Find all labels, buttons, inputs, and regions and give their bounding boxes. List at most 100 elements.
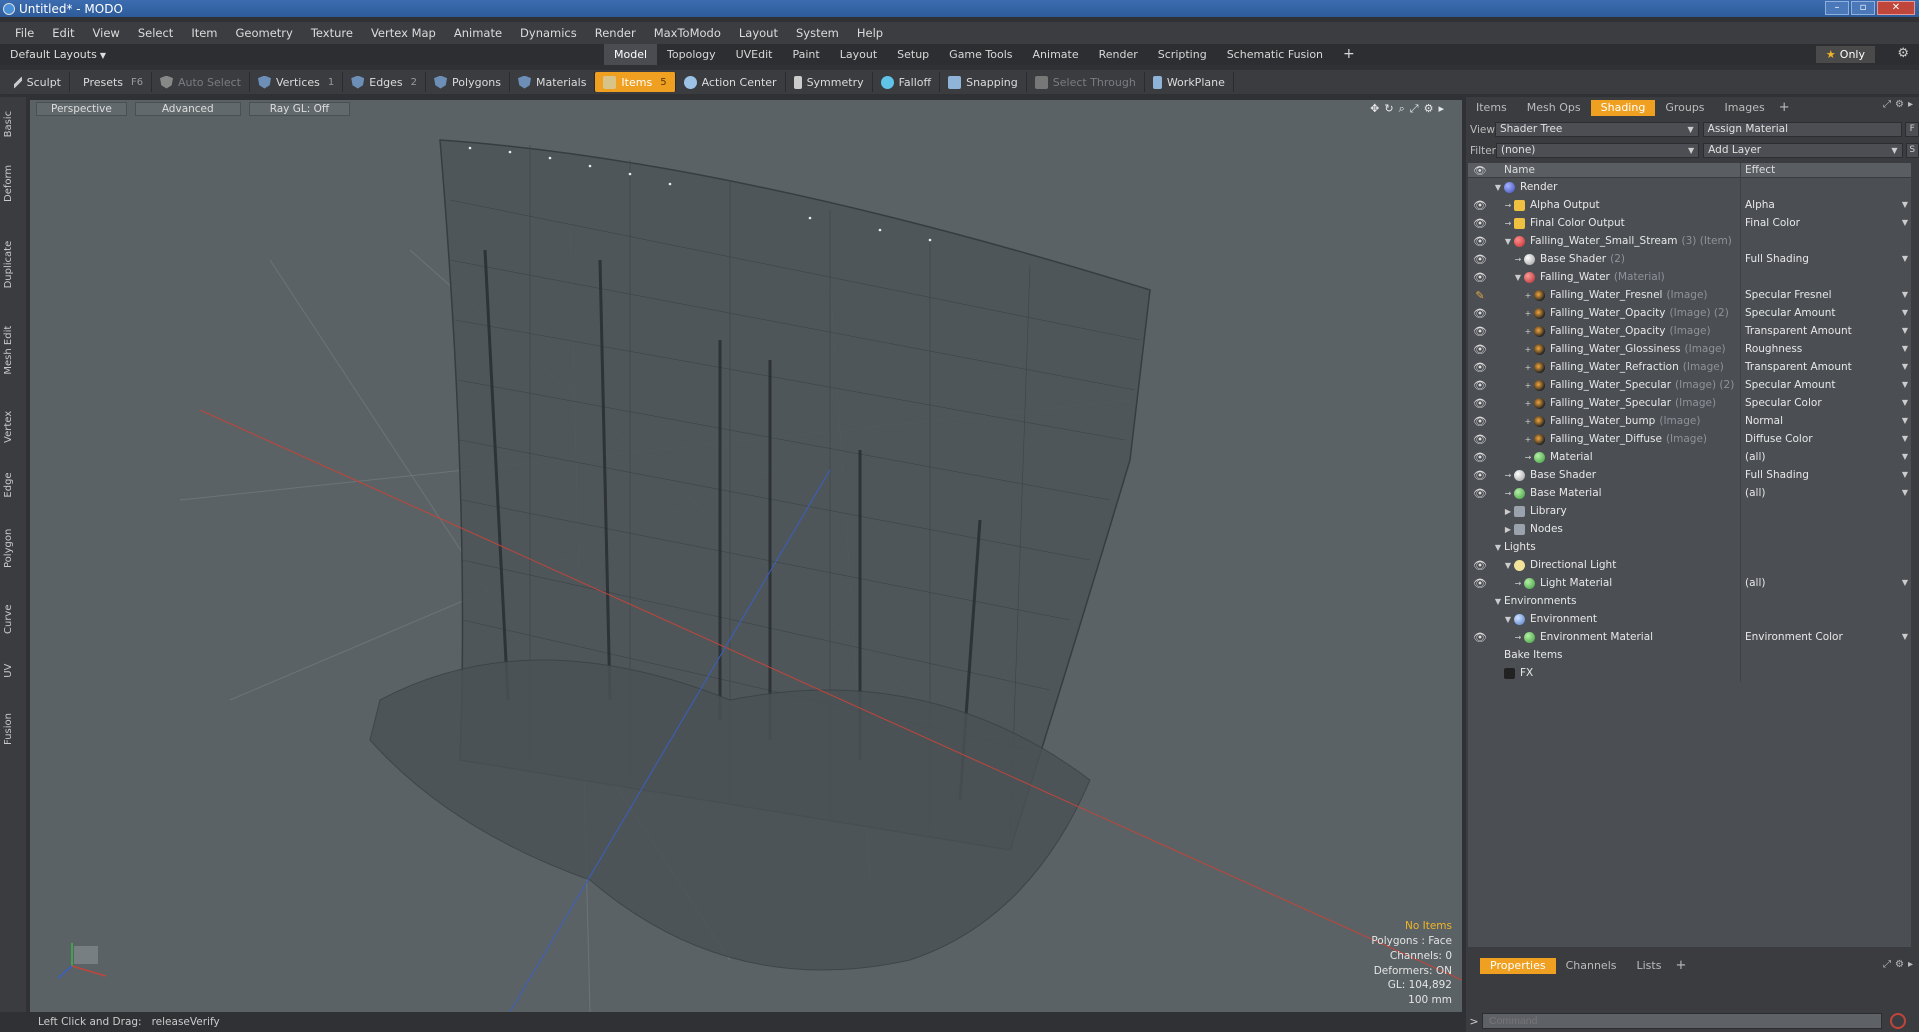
layout-tab-layout[interactable]: Layout	[830, 44, 887, 65]
arrow-icon[interactable]: →	[1512, 633, 1524, 642]
collapse-icon[interactable]: ▼	[1502, 561, 1514, 570]
palette-tab-fusion[interactable]: Fusion	[3, 697, 23, 761]
layout-tab-uvedit[interactable]: UVEdit	[726, 44, 783, 65]
effect-cell[interactable]: (all) ▼	[1741, 484, 1911, 502]
layout-tab-scripting[interactable]: Scripting	[1148, 44, 1217, 65]
arrow-right-icon[interactable]: ▸	[1908, 99, 1913, 110]
effect-column-header[interactable]: Effect	[1741, 164, 1775, 176]
snapping-button[interactable]: Snapping	[940, 72, 1027, 92]
palette-tab-basic[interactable]: Basic	[3, 105, 23, 143]
maximize-view-icon[interactable]: ⤢	[1410, 102, 1419, 116]
eye-icon[interactable]: 👁	[1468, 466, 1492, 484]
panel-tab-images[interactable]: Images	[1715, 100, 1775, 116]
effect-cell[interactable]: Roughness ▼	[1741, 340, 1911, 358]
collapse-icon[interactable]: ▼	[1502, 237, 1514, 246]
effect-cell[interactable]: Full Shading ▼	[1741, 250, 1911, 268]
gear-icon[interactable]: ⚙	[1424, 102, 1434, 116]
eye-icon[interactable]: 👁	[1468, 340, 1492, 358]
only-button[interactable]: ★ Only	[1815, 46, 1875, 63]
collapse-icon[interactable]: ▼	[1492, 597, 1504, 606]
layout-tab-topology[interactable]: Topology	[657, 44, 726, 65]
panel-tab-mesh-ops[interactable]: Mesh Ops	[1517, 100, 1591, 116]
eye-icon[interactable]: 👁	[1468, 322, 1492, 340]
effect-cell[interactable]: Final Color ▼	[1741, 214, 1911, 232]
tree-row[interactable]: 👁 ▼ Falling_Water (Material)	[1468, 268, 1911, 286]
eye-icon[interactable]: 👁	[1468, 214, 1492, 232]
eye-icon[interactable]: 👁	[1468, 412, 1492, 430]
arrow-right-icon[interactable]: ▸	[1438, 102, 1444, 116]
effect-cell[interactable]: Transparent Amount ▼	[1741, 358, 1911, 376]
menu-layout[interactable]: Layout	[730, 26, 787, 40]
menu-item[interactable]: Item	[182, 26, 226, 40]
palette-tab-polygon[interactable]: Polygon	[3, 516, 23, 580]
zoom-view-icon[interactable]: ⌕	[1399, 102, 1405, 116]
materials-button[interactable]: Materials	[510, 72, 596, 92]
collapse-icon[interactable]: ▼	[1512, 273, 1524, 282]
eye-icon[interactable]: 👁	[1468, 304, 1492, 322]
layout-tab-model[interactable]: Model	[604, 44, 658, 65]
eye-icon[interactable]: 👁	[1468, 484, 1492, 502]
panel-tab-shading[interactable]: Shading	[1590, 100, 1656, 116]
command-history-icon[interactable]	[1890, 1013, 1906, 1029]
layout-tab-animate[interactable]: Animate	[1023, 44, 1089, 65]
plus-icon[interactable]: +	[1522, 435, 1534, 444]
layout-tab-setup[interactable]: Setup	[887, 44, 939, 65]
tree-row[interactable]: 👁 + Falling_Water_Opacity (Image) (2) Specul…	[1468, 304, 1911, 322]
3d-viewport[interactable]: Perspective Advanced Ray GL: Off ✥ ↻ ⌕ ⤢…	[30, 100, 1462, 1012]
tree-row[interactable]: ▶ Library	[1468, 502, 1911, 520]
effect-cell[interactable]: Alpha ▼	[1741, 196, 1911, 214]
effect-cell[interactable]: Environment Color ▼	[1741, 628, 1911, 646]
tree-row[interactable]: ▶ Nodes	[1468, 520, 1911, 538]
command-input[interactable]	[1482, 1013, 1882, 1029]
move-view-icon[interactable]: ✥	[1370, 102, 1379, 116]
tree-row[interactable]: 👁 → Material (all) ▼	[1468, 448, 1911, 466]
eye-icon[interactable]: 👁	[1468, 376, 1492, 394]
menu-render[interactable]: Render	[586, 26, 645, 40]
palette-tab-duplicate[interactable]: Duplicate	[3, 229, 23, 299]
symmetry-button[interactable]: Symmetry	[786, 72, 873, 92]
sculpt-button[interactable]: Sculpt	[6, 72, 70, 92]
gear-icon[interactable]: ⚙	[1897, 46, 1909, 61]
plus-icon[interactable]: +	[1522, 309, 1534, 318]
perspective-dropdown[interactable]: Perspective	[36, 102, 127, 116]
plus-icon[interactable]: +	[1522, 381, 1534, 390]
name-column-header[interactable]: Name	[1492, 163, 1741, 178]
eye-icon[interactable]: 👁	[1468, 394, 1492, 412]
tree-row[interactable]: 👁 + Falling_Water_Refraction (Image) Transpa…	[1468, 358, 1911, 376]
arrow-right-icon[interactable]: ▸	[1908, 959, 1913, 970]
view-dropdown[interactable]: Shader Tree ▼	[1494, 122, 1699, 137]
expand-icon[interactable]: ▶	[1502, 525, 1514, 534]
menu-select[interactable]: Select	[129, 26, 182, 40]
action-center-button[interactable]: Action Center	[676, 72, 786, 92]
arrow-icon[interactable]: →	[1502, 201, 1514, 210]
properties-tab-properties[interactable]: Properties	[1480, 958, 1556, 974]
maximize-icon[interactable]: ⤢	[1883, 99, 1891, 110]
plus-icon[interactable]: +	[1522, 345, 1534, 354]
layout-dropdown[interactable]: Default Layouts ▼	[10, 48, 106, 61]
palette-tab-vertex[interactable]: Vertex	[3, 403, 23, 451]
arrow-icon[interactable]: →	[1502, 219, 1514, 228]
minimize-button[interactable]: –	[1825, 1, 1849, 15]
tree-row[interactable]: 👁 + Falling_Water_Opacity (Image) Transparen…	[1468, 322, 1911, 340]
layout-tab-render[interactable]: Render	[1089, 44, 1148, 65]
presets-button[interactable]: Presets F6	[70, 72, 152, 92]
tree-row[interactable]: 👁 → Base Material (all) ▼	[1468, 484, 1911, 502]
tree-row[interactable]: ▼ Environments	[1468, 592, 1911, 610]
tree-row[interactable]: 👁 → Base Shader Full Shading ▼	[1468, 466, 1911, 484]
edges-button[interactable]: Edges 2	[343, 72, 427, 92]
arrow-icon[interactable]: →	[1502, 489, 1514, 498]
eye-icon[interactable]: 👁	[1468, 556, 1492, 574]
effect-cell[interactable]: Transparent Amount ▼	[1741, 322, 1911, 340]
tree-row[interactable]: 👁 → Alpha Output Alpha ▼	[1468, 196, 1911, 214]
tree-row[interactable]: 👁 ▼ Directional Light	[1468, 556, 1911, 574]
plus-icon[interactable]: +	[1522, 327, 1534, 336]
eye-icon[interactable]: 👁	[1468, 430, 1492, 448]
tree-row[interactable]: 👁 + Falling_Water_bump (Image) Normal ▼	[1468, 412, 1911, 430]
add-tab-button[interactable]: +	[1671, 958, 1690, 974]
tree-row[interactable]: Bake Items	[1468, 646, 1911, 664]
f-button[interactable]: F	[1905, 122, 1919, 137]
vertices-button[interactable]: Vertices 1	[250, 72, 344, 92]
add-layer-dropdown[interactable]: Add Layer ▼	[1703, 143, 1903, 158]
layout-tab-paint[interactable]: Paint	[783, 44, 830, 65]
properties-tab-lists[interactable]: Lists	[1627, 958, 1672, 974]
